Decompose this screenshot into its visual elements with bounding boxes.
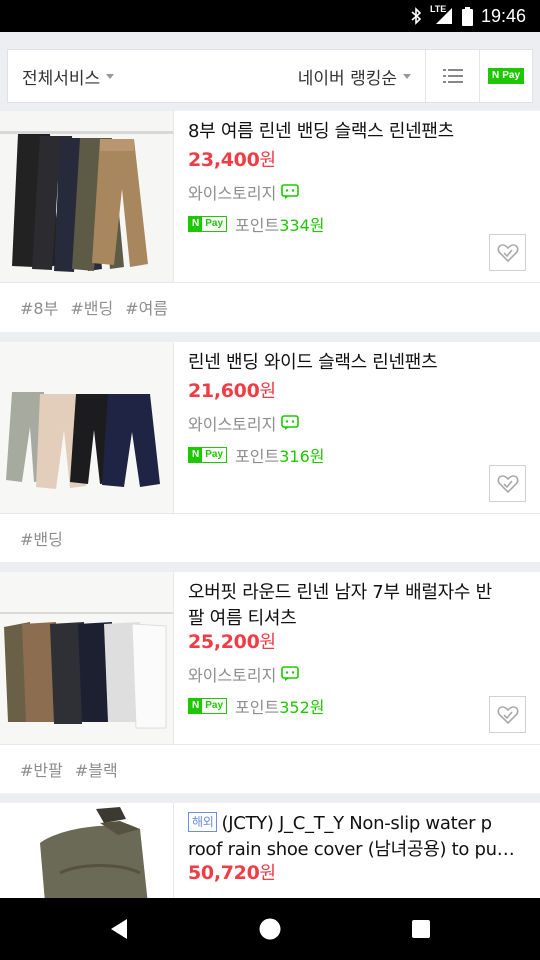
tag-list: #8부 #밴딩 #여름	[0, 283, 540, 331]
chevron-down-icon	[106, 73, 115, 79]
lte-signal-icon: LTE	[430, 4, 454, 26]
list-view-button[interactable]	[425, 50, 479, 102]
chevron-down-icon	[403, 73, 411, 79]
seller-name[interactable]: 와이스토리지	[188, 662, 528, 686]
home-circle-icon	[259, 918, 281, 940]
search-results[interactable]: 전체서비스 네이버 랭킹순 N Pay 8부 여름 린넨 밴딩 슬랙스 린넨팬츠…	[0, 32, 540, 898]
filter-bar: 전체서비스 네이버 랭킹순 N Pay	[7, 49, 533, 103]
wishlist-button[interactable]	[489, 696, 526, 733]
product-title[interactable]: 오버핏 라운드 린넨 남자 7부 배럴자수 반 팔 여름 티셔츠	[188, 580, 528, 632]
product-card[interactable]: 오버핏 라운드 린넨 남자 7부 배럴자수 반 팔 여름 티셔츠 25,200원…	[0, 572, 540, 793]
wishlist-button[interactable]	[489, 234, 526, 271]
tag[interactable]: #8부	[20, 295, 58, 319]
product-price: 25,200원	[188, 631, 276, 653]
back-triangle-icon	[111, 919, 127, 939]
npay-logo: N Pay	[188, 216, 228, 232]
overseas-badge: 해외	[188, 812, 218, 832]
service-filter-label: 전체서비스	[22, 68, 101, 89]
status-bar: LTE 19:46	[0, 0, 540, 32]
system-nav-bar	[0, 898, 540, 960]
heart-check-icon	[497, 243, 518, 262]
product-title[interactable]: 해외 (JCTY) J_C_T_Y Non-slip water p roof r…	[188, 811, 528, 863]
sort-label: 네이버 랭킹순	[297, 68, 397, 89]
home-button[interactable]	[240, 898, 300, 960]
npay-logo: N Pay	[188, 447, 228, 463]
clock: 19:46	[480, 5, 526, 26]
npay-points: N Pay 포인트334원	[188, 212, 528, 236]
back-button[interactable]	[88, 898, 148, 960]
recents-square-icon	[412, 920, 430, 938]
product-card[interactable]: 해외 (JCTY) J_C_T_Y Non-slip water p roof r…	[0, 803, 540, 898]
product-thumbnail[interactable]	[0, 342, 174, 513]
recents-button[interactable]	[391, 898, 451, 960]
tag-list: #밴딩	[0, 514, 540, 562]
npay-logo: N Pay	[188, 698, 228, 714]
tag[interactable]: #밴딩	[20, 526, 63, 550]
tag-list: #반팔 #블랙	[0, 745, 540, 793]
talktalk-icon[interactable]	[281, 666, 300, 682]
sort-dropdown[interactable]: 네이버 랭킹순	[298, 50, 425, 102]
product-price: 21,600원	[188, 380, 276, 402]
product-thumbnail[interactable]	[0, 572, 174, 744]
product-card[interactable]: 8부 여름 린넨 밴딩 슬랙스 린넨팬츠 23,400원 와이스토리지 N Pay…	[0, 111, 540, 332]
seller-name[interactable]: 와이스토리지	[188, 411, 528, 435]
talktalk-icon[interactable]	[281, 415, 300, 431]
bluetooth-icon	[410, 7, 422, 25]
heart-check-icon	[497, 474, 518, 493]
npay-logo: N Pay	[487, 68, 525, 84]
npay-points: N Pay 포인트316원	[188, 443, 528, 467]
product-card[interactable]: 린넨 밴딩 와이드 슬랙스 린넨팬츠 21,600원 와이스토리지 N Pay 포…	[0, 342, 540, 562]
heart-check-icon	[497, 705, 518, 724]
tag[interactable]: #밴딩	[70, 295, 113, 319]
product-title[interactable]: 8부 여름 린넨 밴딩 슬랙스 린넨팬츠	[188, 119, 528, 145]
tag[interactable]: #여름	[125, 295, 168, 319]
service-filter-dropdown[interactable]: 전체서비스	[8, 64, 298, 89]
wishlist-button[interactable]	[489, 465, 526, 502]
talktalk-icon[interactable]	[281, 184, 300, 200]
tag[interactable]: #반팔	[20, 757, 63, 781]
product-thumbnail[interactable]	[0, 111, 174, 282]
battery-icon	[461, 6, 473, 26]
npay-filter-button[interactable]: N Pay	[479, 50, 532, 102]
product-thumbnail[interactable]	[0, 803, 174, 898]
product-title[interactable]: 린넨 밴딩 와이드 슬랙스 린넨팬츠	[188, 350, 528, 376]
product-price: 23,400원	[188, 149, 276, 171]
seller-name[interactable]: 와이스토리지	[188, 180, 528, 204]
list-icon	[442, 69, 463, 83]
npay-points: N Pay 포인트352원	[188, 694, 528, 718]
tag[interactable]: #블랙	[75, 757, 118, 781]
